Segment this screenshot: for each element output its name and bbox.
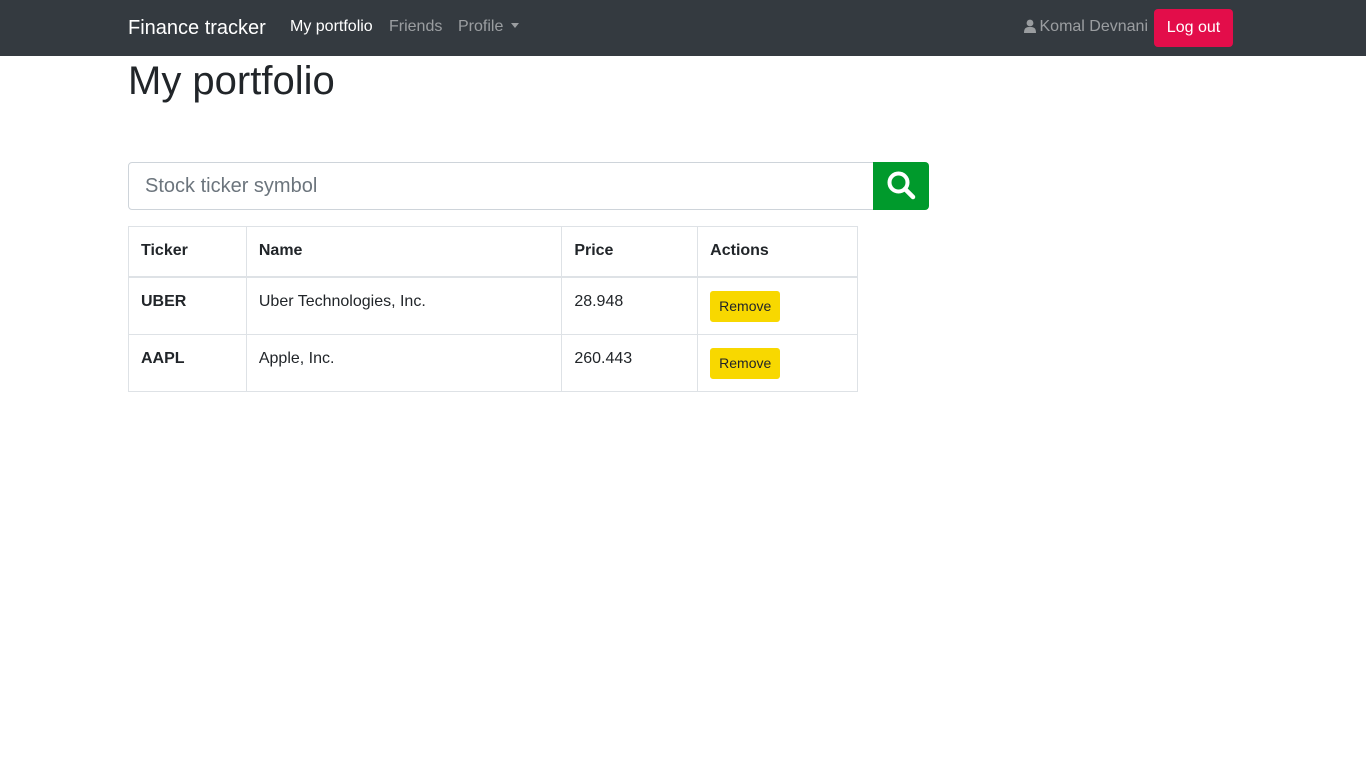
user-icon: [1023, 19, 1036, 39]
name-cell: Uber Technologies, Inc.: [245, 276, 563, 335]
nav-profile-label: Profile: [458, 18, 504, 35]
remove-button[interactable]: Remove: [710, 290, 781, 322]
chevron-down-icon: [511, 23, 520, 28]
search-button[interactable]: [873, 162, 929, 210]
price-cell: 28.948: [561, 276, 699, 335]
price-cell: 260.443: [561, 333, 699, 392]
nav-profile-dropdown[interactable]: Profile: [458, 17, 520, 37]
header-ticker: Ticker: [128, 226, 247, 278]
search-input[interactable]: [128, 162, 874, 210]
ticker-cell: AAPL: [128, 333, 247, 392]
remove-button[interactable]: Remove: [710, 347, 781, 379]
ticker-cell: UBER: [128, 276, 247, 335]
search-icon: [886, 170, 916, 203]
table-row: UBER Uber Technologies, Inc. 28.948 Remo…: [128, 276, 858, 335]
name-cell: Apple, Inc.: [245, 333, 563, 392]
portfolio-table: Ticker Name Price Actions UBER Uber Tech…: [128, 226, 858, 392]
table-header-row: Ticker Name Price Actions: [128, 226, 858, 278]
logout-button[interactable]: Log out: [1154, 9, 1233, 47]
actions-cell: Remove: [697, 276, 858, 335]
user-name: Komal Devnani: [1039, 18, 1149, 35]
nav-friends[interactable]: Friends: [389, 17, 442, 37]
header-actions: Actions: [697, 226, 858, 278]
brand-link[interactable]: Finance tracker: [128, 15, 266, 41]
actions-cell: Remove: [697, 333, 858, 392]
current-user: Komal Devnani: [1023, 17, 1149, 39]
header-name: Name: [245, 226, 563, 278]
nav-my-portfolio[interactable]: My portfolio: [290, 17, 373, 37]
table-row: AAPL Apple, Inc. 260.443 Remove: [128, 333, 858, 392]
header-price: Price: [561, 226, 699, 278]
page-title: My portfolio: [128, 59, 335, 103]
navbar: Finance tracker My portfolio Friends Pro…: [0, 0, 1366, 56]
